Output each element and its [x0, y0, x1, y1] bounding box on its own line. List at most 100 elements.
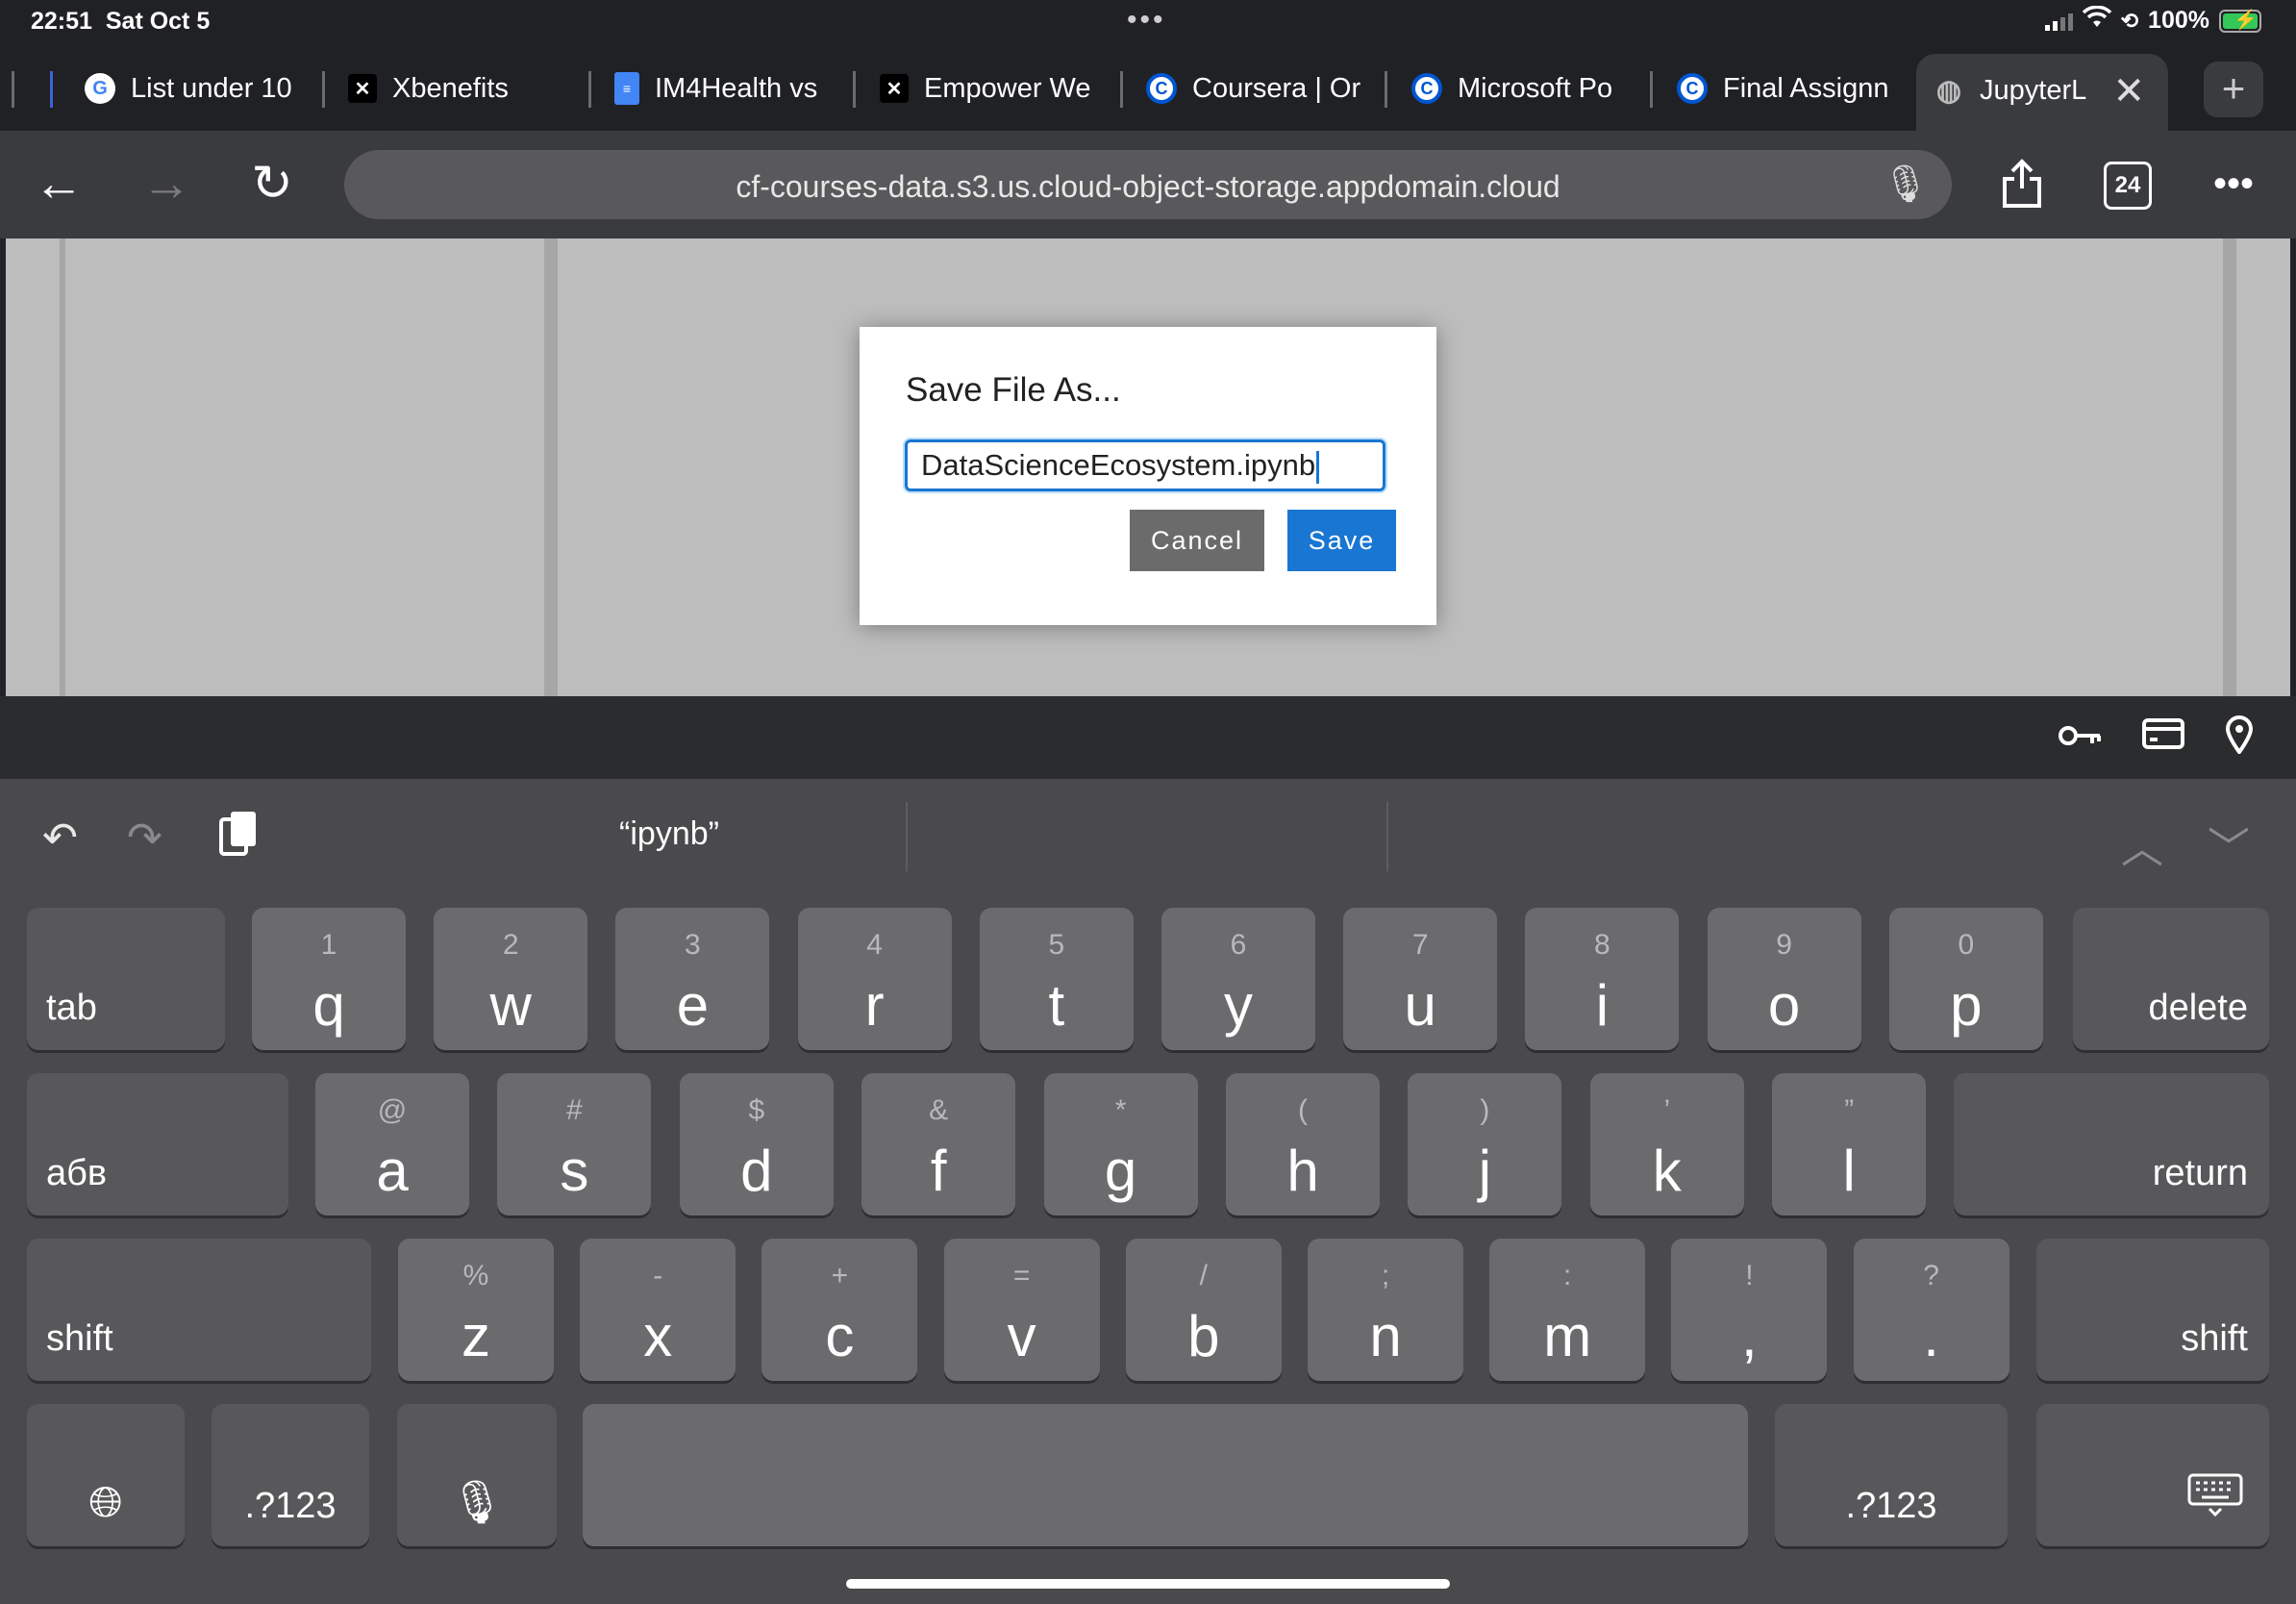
key-y[interactable]: 6y	[1161, 908, 1315, 1050]
tab-jupyterlab-active[interactable]: ◍ JupyterL ✕	[1916, 54, 2168, 131]
key-.[interactable]: ?.	[1853, 1239, 2009, 1381]
orientation-lock-icon: ⟲	[2120, 8, 2139, 33]
key-j[interactable]: ) j	[1408, 1073, 1562, 1216]
tab-im4health[interactable]: ≡ IM4Health vs	[614, 63, 831, 113]
mic-icon[interactable]: 🎙︎	[1883, 163, 1929, 206]
key-numbers-right[interactable]: .?123	[1775, 1404, 2008, 1546]
jupyter-page: Save File As... DataScienceEcosystem.ipy…	[6, 238, 2290, 696]
key-r[interactable]: 4r	[797, 908, 952, 1050]
key-primary-label: g	[1104, 1139, 1137, 1203]
key-o[interactable]: 9o	[1707, 908, 1861, 1050]
tab-count-button[interactable]: 24	[2104, 162, 2152, 210]
key-delete[interactable]: delete	[2073, 908, 2269, 1050]
multitasking-dots[interactable]: •••	[1127, 4, 1166, 37]
key-z[interactable]: % z	[398, 1239, 554, 1381]
tab-label: Coursera | Or	[1192, 72, 1361, 104]
chevron-down-icon[interactable]: ﹀	[2208, 814, 2250, 875]
key-tab[interactable]: tab	[27, 908, 225, 1050]
back-icon[interactable]: ←	[25, 150, 92, 217]
tab-label: JupyterL	[1980, 74, 2087, 106]
key-a[interactable]: @ a	[315, 1073, 469, 1216]
key-f[interactable]: & f	[861, 1073, 1016, 1216]
tab-coursera[interactable]: C Coursera | Or	[1146, 63, 1362, 113]
tab-list-under[interactable]: G List under 10	[85, 63, 294, 113]
key-,[interactable]: !,	[1671, 1239, 1828, 1381]
undo-icon[interactable]: ↶	[42, 814, 78, 863]
key-secondary-label: =	[1012, 1260, 1031, 1291]
location-pin-icon[interactable]	[2225, 715, 2254, 764]
key-shift-right[interactable]: shift	[2036, 1239, 2269, 1381]
share-icon[interactable]	[1988, 150, 2056, 217]
key-m[interactable]: :m	[1489, 1239, 1646, 1381]
key-secondary-label: *	[1114, 1094, 1127, 1126]
tab-separator	[1385, 71, 1387, 108]
credit-card-icon[interactable]	[2142, 715, 2184, 759]
key-secondary-label: 3	[685, 929, 701, 961]
tab-microsoft[interactable]: C Microsoft Po	[1411, 63, 1625, 113]
key-secondary-label: ’	[1663, 1094, 1671, 1126]
key-e[interactable]: 3e	[615, 908, 770, 1050]
keyboard-shortcut-bar: ↶ ↷ “ipynb” ︿ ﹀	[0, 779, 2296, 894]
key-return[interactable]: return	[1954, 1073, 2269, 1216]
key-u[interactable]: 7u	[1343, 908, 1498, 1050]
key-v[interactable]: = v	[943, 1239, 1100, 1381]
key-s[interactable]: # s	[497, 1073, 652, 1216]
key-secondary-label: 8	[1594, 929, 1610, 961]
redo-icon[interactable]: ↷	[127, 814, 162, 863]
key-i[interactable]: 8i	[1525, 908, 1680, 1050]
key-primary-label: ,	[1741, 1304, 1758, 1368]
key-d[interactable]: $ d	[679, 1073, 834, 1216]
new-tab-button[interactable]: +	[2204, 62, 2263, 117]
key-t[interactable]: 5t	[979, 908, 1134, 1050]
key-secondary-label: :	[1563, 1260, 1572, 1291]
address-bar[interactable]: cf-courses-data.s3.us.cloud-object-stora…	[344, 150, 1952, 219]
key-w[interactable]: 2w	[434, 908, 588, 1050]
key-q[interactable]: 1q	[252, 908, 406, 1050]
chevron-up-icon[interactable]: ︿	[2121, 814, 2163, 875]
key-shift-left[interactable]: shift	[27, 1239, 371, 1381]
key-b[interactable]: / b	[1125, 1239, 1282, 1381]
key-globe[interactable]: 🌐︎	[27, 1404, 185, 1546]
key-k[interactable]: ’ k	[1589, 1073, 1744, 1216]
key-h[interactable]: (h	[1226, 1073, 1380, 1216]
key-x[interactable]: -x	[580, 1239, 736, 1381]
tab-label: Empower We	[924, 72, 1091, 104]
key-hide-keyboard[interactable]	[2036, 1404, 2269, 1546]
key-p[interactable]: 0p	[1888, 908, 2043, 1050]
reload-icon[interactable]: ↻	[238, 150, 306, 217]
key-secondary-label: ?	[1923, 1260, 1939, 1291]
key-space[interactable]	[583, 1404, 1748, 1546]
tab-separator	[1120, 71, 1123, 108]
key-secondary-label: 6	[1230, 929, 1247, 961]
key-primary-label: l	[1842, 1139, 1856, 1203]
passwords-key-icon[interactable]	[2058, 715, 2104, 759]
panel-divider[interactable]	[544, 238, 558, 696]
tab-final-assignment[interactable]: C Final Assignn	[1677, 63, 1893, 113]
save-button[interactable]: Save	[1287, 510, 1396, 571]
filename-input[interactable]: DataScienceEcosystem.ipynb	[905, 439, 1385, 491]
tab-label: Xbenefits	[392, 72, 509, 104]
key-primary-label: c	[825, 1304, 855, 1368]
panel-divider[interactable]	[2223, 238, 2236, 696]
forward-icon[interactable]: →	[133, 150, 200, 217]
key-g[interactable]: * g	[1043, 1073, 1198, 1216]
battery-icon: ⚡	[2219, 9, 2261, 33]
key-n[interactable]: ; n	[1308, 1239, 1463, 1381]
prediction-suggestion[interactable]: “ipynb”	[217, 815, 1121, 853]
key-numbers-left[interactable]: .?123	[212, 1404, 369, 1546]
key-primary-label: t	[1048, 973, 1065, 1038]
key-c[interactable]: + c	[761, 1239, 918, 1381]
more-options-icon[interactable]: •••	[2200, 150, 2267, 217]
status-indicators: ⟲ 100% ⚡	[2044, 5, 2261, 36]
key-secondary-label: )	[1480, 1094, 1490, 1126]
key-primary-label: r	[864, 973, 885, 1038]
cancel-button[interactable]: Cancel	[1130, 510, 1264, 571]
key-dictation[interactable]: 🎙︎	[397, 1404, 557, 1546]
close-tab-icon[interactable]: ✕	[2112, 69, 2145, 113]
key-language-switch[interactable]: абв	[27, 1073, 288, 1216]
tab-xbenefits[interactable]: ✕ Xbenefits	[348, 63, 550, 113]
tab-empower[interactable]: ✕ Empower We	[880, 63, 1096, 113]
home-indicator[interactable]	[846, 1579, 1450, 1589]
key-l[interactable]: ” l	[1772, 1073, 1927, 1216]
key-secondary-label: -	[653, 1260, 663, 1291]
